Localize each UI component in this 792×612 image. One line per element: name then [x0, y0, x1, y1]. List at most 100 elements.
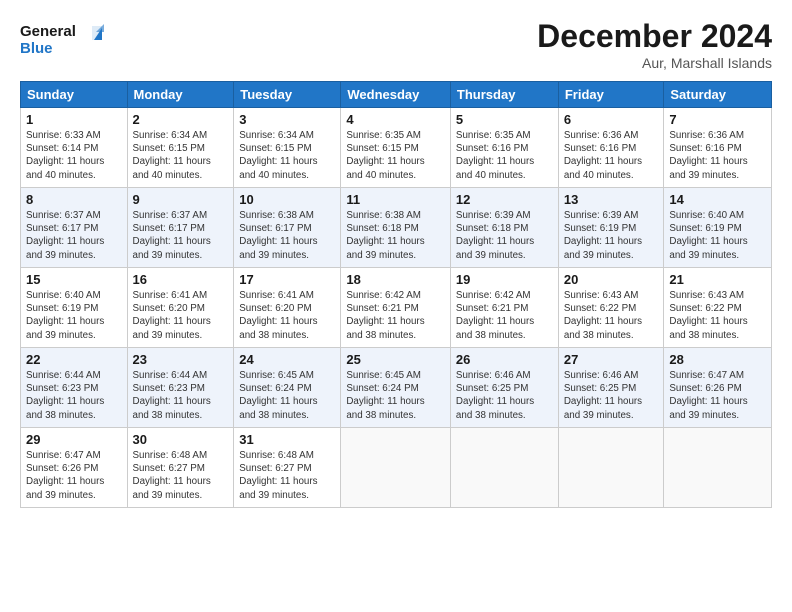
- header: General Blue December 2024 Aur, Marshall…: [20, 18, 772, 71]
- table-row: 7Sunrise: 6:36 AM Sunset: 6:16 PM Daylig…: [664, 108, 772, 188]
- day-info: Sunrise: 6:46 AM Sunset: 6:25 PM Dayligh…: [456, 369, 553, 422]
- day-info: Sunrise: 6:37 AM Sunset: 6:17 PM Dayligh…: [133, 209, 229, 262]
- day-number: 26: [456, 352, 553, 367]
- day-info: Sunrise: 6:40 AM Sunset: 6:19 PM Dayligh…: [26, 289, 122, 342]
- table-row: 31 Sunrise: 6:48 AM Sunset: 6:27 PM Dayli…: [234, 428, 341, 508]
- table-row: 6 Sunrise: 6:36 AM Sunset: 6:16 PM Daylig…: [558, 108, 664, 188]
- day-info: Sunrise: 6:48 AM Sunset: 6:27 PM Dayligh…: [133, 449, 229, 502]
- table-row: [450, 428, 558, 508]
- day-info: Sunrise: 6:42 AM Sunset: 6:21 PM Dayligh…: [456, 289, 553, 342]
- table-row: 28Sunrise: 6:47 AM Sunset: 6:26 PM Dayli…: [664, 348, 772, 428]
- table-row: 29Sunrise: 6:47 AM Sunset: 6:26 PM Dayli…: [21, 428, 128, 508]
- table-row: 8Sunrise: 6:37 AM Sunset: 6:17 PM Daylig…: [21, 188, 128, 268]
- logo: General Blue: [20, 18, 110, 65]
- table-row: 3Sunrise: 6:34 AM Sunset: 6:15 PM Daylig…: [234, 108, 341, 188]
- table-row: 20Sunrise: 6:43 AM Sunset: 6:22 PM Dayli…: [558, 268, 664, 348]
- calendar-week-row: 22 Sunrise: 6:44 AM Sunset: 6:23 PM Dayli…: [21, 348, 772, 428]
- day-number: 17: [239, 272, 335, 287]
- page: General Blue December 2024 Aur, Marshall…: [0, 0, 792, 518]
- day-info: Sunrise: 6:44 AM Sunset: 6:23 PM Dayligh…: [133, 369, 229, 422]
- day-info: Sunrise: 6:39 AM Sunset: 6:18 PM Dayligh…: [456, 209, 553, 262]
- day-number: 16: [133, 272, 229, 287]
- table-row: 24 Sunrise: 6:45 AM Sunset: 6:24 PM Dayli…: [234, 348, 341, 428]
- day-number: 1: [26, 112, 122, 127]
- svg-text:Blue: Blue: [20, 40, 53, 57]
- day-number: 23: [133, 352, 229, 367]
- table-row: 21 Sunrise: 6:43 AM Sunset: 6:22 PM Dayli…: [664, 268, 772, 348]
- day-number: 29: [26, 432, 122, 447]
- table-row: 11Sunrise: 6:38 AM Sunset: 6:18 PM Dayli…: [341, 188, 451, 268]
- title-block: December 2024 Aur, Marshall Islands: [537, 18, 772, 71]
- table-row: 19 Sunrise: 6:42 AM Sunset: 6:21 PM Dayli…: [450, 268, 558, 348]
- location: Aur, Marshall Islands: [537, 55, 772, 71]
- col-sunday: Sunday: [21, 82, 128, 108]
- table-row: 10 Sunrise: 6:38 AM Sunset: 6:17 PM Dayli…: [234, 188, 341, 268]
- calendar-week-row: 1 Sunrise: 6:33 AM Sunset: 6:14 PM Daylig…: [21, 108, 772, 188]
- table-row: 9 Sunrise: 6:37 AM Sunset: 6:17 PM Daylig…: [127, 188, 234, 268]
- day-info: Sunrise: 6:34 AM Sunset: 6:15 PM Dayligh…: [133, 129, 229, 182]
- calendar-header-row: Sunday Monday Tuesday Wednesday Thursday…: [21, 82, 772, 108]
- day-number: 25: [346, 352, 445, 367]
- day-number: 19: [456, 272, 553, 287]
- day-info: Sunrise: 6:36 AM Sunset: 6:16 PM Dayligh…: [564, 129, 659, 182]
- day-number: 12: [456, 192, 553, 207]
- day-number: 10: [239, 192, 335, 207]
- table-row: 17 Sunrise: 6:41 AM Sunset: 6:20 PM Dayli…: [234, 268, 341, 348]
- day-number: 3: [239, 112, 335, 127]
- day-number: 6: [564, 112, 659, 127]
- table-row: 14Sunrise: 6:40 AM Sunset: 6:19 PM Dayli…: [664, 188, 772, 268]
- day-number: 24: [239, 352, 335, 367]
- logo-block: General Blue: [20, 18, 110, 65]
- day-number: 30: [133, 432, 229, 447]
- svg-text:General: General: [20, 23, 76, 40]
- day-number: 11: [346, 192, 445, 207]
- day-number: 22: [26, 352, 122, 367]
- table-row: 2 Sunrise: 6:34 AM Sunset: 6:15 PM Daylig…: [127, 108, 234, 188]
- month-title: December 2024: [537, 18, 772, 55]
- col-thursday: Thursday: [450, 82, 558, 108]
- col-friday: Friday: [558, 82, 664, 108]
- day-number: 14: [669, 192, 766, 207]
- table-row: 13Sunrise: 6:39 AM Sunset: 6:19 PM Dayli…: [558, 188, 664, 268]
- day-info: Sunrise: 6:46 AM Sunset: 6:25 PM Dayligh…: [564, 369, 659, 422]
- day-info: Sunrise: 6:41 AM Sunset: 6:20 PM Dayligh…: [133, 289, 229, 342]
- day-number: 4: [346, 112, 445, 127]
- col-monday: Monday: [127, 82, 234, 108]
- day-info: Sunrise: 6:45 AM Sunset: 6:24 PM Dayligh…: [346, 369, 445, 422]
- table-row: [558, 428, 664, 508]
- calendar-week-row: 15 Sunrise: 6:40 AM Sunset: 6:19 PM Dayli…: [21, 268, 772, 348]
- table-row: [341, 428, 451, 508]
- day-number: 21: [669, 272, 766, 287]
- day-info: Sunrise: 6:42 AM Sunset: 6:21 PM Dayligh…: [346, 289, 445, 342]
- table-row: 25 Sunrise: 6:45 AM Sunset: 6:24 PM Dayli…: [341, 348, 451, 428]
- table-row: 26 Sunrise: 6:46 AM Sunset: 6:25 PM Dayli…: [450, 348, 558, 428]
- day-info: Sunrise: 6:35 AM Sunset: 6:16 PM Dayligh…: [456, 129, 553, 182]
- day-number: 31: [239, 432, 335, 447]
- col-wednesday: Wednesday: [341, 82, 451, 108]
- day-info: Sunrise: 6:44 AM Sunset: 6:23 PM Dayligh…: [26, 369, 122, 422]
- day-number: 15: [26, 272, 122, 287]
- table-row: 18 Sunrise: 6:42 AM Sunset: 6:21 PM Dayli…: [341, 268, 451, 348]
- day-number: 18: [346, 272, 445, 287]
- day-info: Sunrise: 6:33 AM Sunset: 6:14 PM Dayligh…: [26, 129, 122, 182]
- day-info: Sunrise: 6:43 AM Sunset: 6:22 PM Dayligh…: [564, 289, 659, 342]
- table-row: 15 Sunrise: 6:40 AM Sunset: 6:19 PM Dayli…: [21, 268, 128, 348]
- table-row: 5 Sunrise: 6:35 AM Sunset: 6:16 PM Daylig…: [450, 108, 558, 188]
- table-row: 1 Sunrise: 6:33 AM Sunset: 6:14 PM Daylig…: [21, 108, 128, 188]
- calendar-week-row: 8Sunrise: 6:37 AM Sunset: 6:17 PM Daylig…: [21, 188, 772, 268]
- table-row: [664, 428, 772, 508]
- day-number: 7: [669, 112, 766, 127]
- day-info: Sunrise: 6:48 AM Sunset: 6:27 PM Dayligh…: [239, 449, 335, 502]
- day-number: 2: [133, 112, 229, 127]
- day-info: Sunrise: 6:43 AM Sunset: 6:22 PM Dayligh…: [669, 289, 766, 342]
- table-row: 4Sunrise: 6:35 AM Sunset: 6:15 PM Daylig…: [341, 108, 451, 188]
- table-row: 27Sunrise: 6:46 AM Sunset: 6:25 PM Dayli…: [558, 348, 664, 428]
- day-info: Sunrise: 6:45 AM Sunset: 6:24 PM Dayligh…: [239, 369, 335, 422]
- day-number: 5: [456, 112, 553, 127]
- day-number: 9: [133, 192, 229, 207]
- day-number: 13: [564, 192, 659, 207]
- day-info: Sunrise: 6:38 AM Sunset: 6:17 PM Dayligh…: [239, 209, 335, 262]
- day-info: Sunrise: 6:41 AM Sunset: 6:20 PM Dayligh…: [239, 289, 335, 342]
- table-row: 12 Sunrise: 6:39 AM Sunset: 6:18 PM Dayli…: [450, 188, 558, 268]
- day-number: 28: [669, 352, 766, 367]
